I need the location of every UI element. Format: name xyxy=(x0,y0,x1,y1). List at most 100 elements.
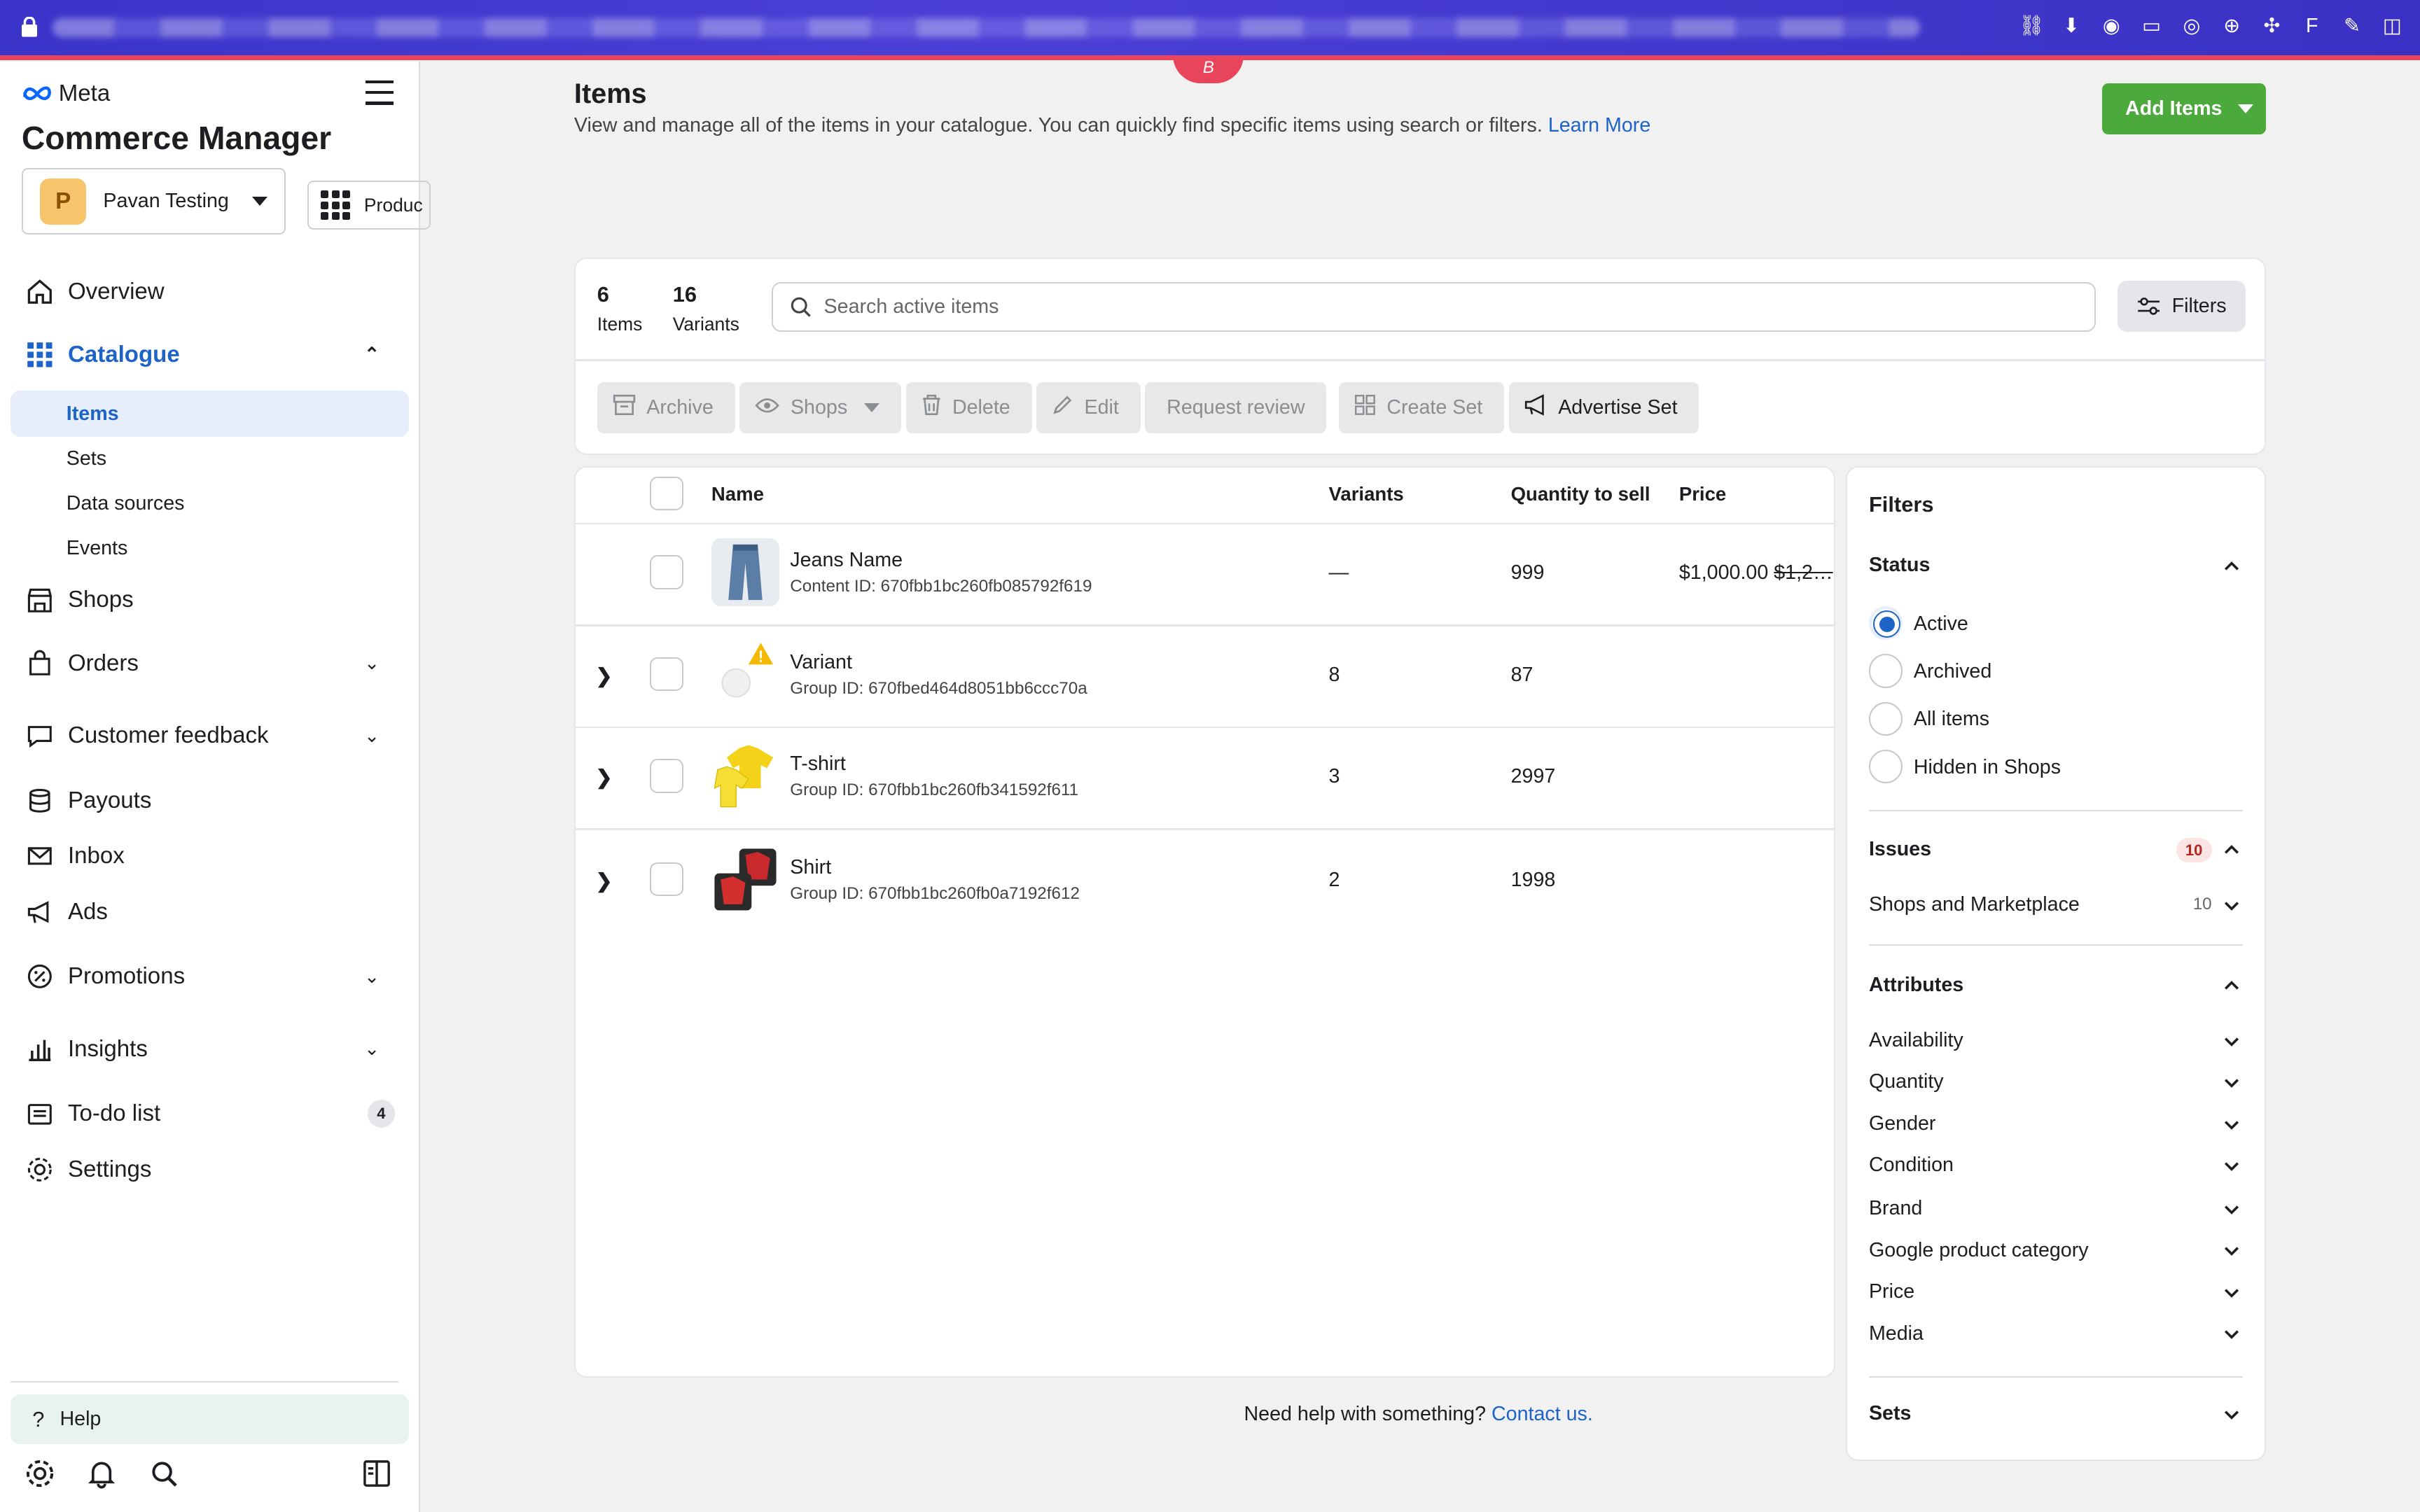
issues-section-header[interactable]: Issues xyxy=(1869,838,1931,861)
item-name[interactable]: Jeans Name xyxy=(790,549,903,572)
chevron-up-icon[interactable] xyxy=(2224,559,2239,574)
column-header-price[interactable]: Price xyxy=(1679,483,1726,505)
column-header-name[interactable]: Name xyxy=(711,483,764,505)
row-checkbox[interactable] xyxy=(649,862,684,897)
link-icon[interactable]: ⛓ xyxy=(2019,14,2044,38)
camera-icon[interactable]: ◉ xyxy=(2099,14,2124,38)
sidebar-item-ads[interactable]: Ads xyxy=(25,897,395,927)
item-quantity[interactable]: 87 xyxy=(1511,664,1534,687)
archive-button[interactable]: Archive xyxy=(597,382,735,434)
sidebar-subitem-items[interactable]: Items xyxy=(67,402,119,426)
sidebar-item-payouts[interactable]: Payouts xyxy=(25,785,395,816)
chevron-down-icon[interactable] xyxy=(2224,1407,2239,1422)
chevron-down-icon[interactable] xyxy=(2224,1202,2239,1217)
bell-icon[interactable] xyxy=(86,1458,120,1492)
item-price[interactable]: $1,000.00 $1,2… xyxy=(1679,561,1833,584)
sidebar-toggle-icon[interactable]: ◫ xyxy=(2380,14,2405,38)
settings-gear-icon[interactable] xyxy=(25,1458,58,1492)
puzzle-icon[interactable]: ✣ xyxy=(2260,14,2284,38)
select-all-checkbox[interactable] xyxy=(649,476,684,511)
request-review-button[interactable]: Request review xyxy=(1145,382,1327,434)
item-name[interactable]: T-shirt xyxy=(790,752,846,776)
learn-more-link[interactable]: Learn More xyxy=(1548,114,1650,136)
status-radio-all-items[interactable] xyxy=(1868,701,1903,736)
add-items-button[interactable]: Add Items xyxy=(2101,83,2266,134)
help-button[interactable]: ? Help xyxy=(11,1394,410,1444)
attribute-google-product-category[interactable]: Google product category xyxy=(1869,1239,2089,1262)
item-name[interactable]: Shirt xyxy=(790,856,831,879)
attribute-condition[interactable]: Condition xyxy=(1869,1154,1954,1177)
row-checkbox[interactable] xyxy=(649,759,684,793)
edit-button[interactable]: Edit xyxy=(1036,382,1141,434)
chevron-up-icon[interactable] xyxy=(2224,978,2239,993)
attribute-gender[interactable]: Gender xyxy=(1869,1112,1936,1135)
pen-icon[interactable]: ✎ xyxy=(2339,14,2364,38)
sidebar-subitem-events[interactable]: Events xyxy=(67,537,128,560)
expand-chevron-icon[interactable]: ❯ xyxy=(596,869,613,893)
sidebar-item-orders[interactable]: Orders ⌄ xyxy=(25,648,395,679)
sidebar-subitem-data-sources[interactable]: Data sources xyxy=(67,492,185,515)
product-switcher[interactable]: Produc xyxy=(307,180,431,230)
chevron-down-icon[interactable] xyxy=(2224,1326,2239,1342)
chevron-down-icon[interactable] xyxy=(2224,898,2239,913)
attribute-quantity[interactable]: Quantity xyxy=(1869,1070,1944,1093)
item-quantity[interactable]: 2997 xyxy=(1511,765,1556,788)
chevron-down-icon[interactable] xyxy=(2224,1075,2239,1091)
globe-icon[interactable]: ◎ xyxy=(2179,14,2204,38)
sets-section-header[interactable]: Sets xyxy=(1869,1402,1912,1425)
search-input[interactable]: Search active items xyxy=(771,282,2096,332)
menu-icon[interactable] xyxy=(366,80,394,105)
sidebar-item-settings[interactable]: Settings xyxy=(25,1154,395,1185)
chevron-up-icon[interactable] xyxy=(2224,842,2239,858)
address-bar[interactable] xyxy=(52,18,1920,37)
chevron-down-icon[interactable] xyxy=(2224,1117,2239,1133)
item-quantity[interactable]: 1998 xyxy=(1511,869,1556,892)
chevron-down-icon[interactable]: ⌄ xyxy=(364,966,380,988)
item-quantity[interactable]: 999 xyxy=(1511,561,1545,584)
sidebar-item-shops[interactable]: Shops xyxy=(25,584,395,615)
attribute-availability[interactable]: Availability xyxy=(1869,1029,1963,1052)
status-radio-hidden-in-shops[interactable] xyxy=(1868,749,1903,784)
issue-shops-marketplace[interactable]: Shops and Marketplace xyxy=(1869,893,2080,916)
status-radio-active[interactable] xyxy=(1868,606,1903,640)
search-icon[interactable] xyxy=(148,1458,182,1492)
chevron-down-icon[interactable] xyxy=(2224,1158,2239,1174)
sidebar-item-catalogue[interactable]: Catalogue ⌃ xyxy=(25,340,395,370)
sidebar-item-promotions[interactable]: Promotions ⌄ xyxy=(25,961,395,992)
chevron-down-icon[interactable] xyxy=(2224,1285,2239,1301)
delete-button[interactable]: Delete xyxy=(905,382,1032,434)
attribute-price[interactable]: Price xyxy=(1869,1280,1914,1303)
expand-chevron-icon[interactable]: ❯ xyxy=(596,664,613,688)
chevron-down-icon[interactable]: ⌄ xyxy=(364,652,380,674)
sidebar-item-todo[interactable]: To-do list 4 xyxy=(25,1098,396,1129)
chevron-up-icon[interactable]: ⌃ xyxy=(364,344,380,365)
item-name[interactable]: Variant xyxy=(790,651,852,674)
expand-chevron-icon[interactable]: ❯ xyxy=(596,765,613,790)
chevron-down-icon[interactable]: ⌄ xyxy=(364,1038,380,1060)
shops-visibility-button[interactable]: Shops xyxy=(739,382,902,434)
sidebar-item-overview[interactable]: Overview xyxy=(25,276,395,307)
column-header-variants[interactable]: Variants xyxy=(1329,483,1404,505)
account-switcher[interactable]: P Pavan Testing xyxy=(21,168,286,234)
column-header-quantity[interactable]: Quantity to sell xyxy=(1511,483,1650,505)
filters-button[interactable]: Filters xyxy=(2117,280,2246,332)
sidebar-item-inbox[interactable]: Inbox xyxy=(25,841,395,872)
chevron-down-icon[interactable] xyxy=(2224,1034,2239,1049)
status-radio-archived[interactable] xyxy=(1868,654,1903,688)
create-set-button[interactable]: Create Set xyxy=(1339,382,1505,434)
contact-us-link[interactable]: Contact us. xyxy=(1491,1403,1593,1425)
row-checkbox[interactable] xyxy=(649,657,684,692)
panel-toggle-icon[interactable] xyxy=(361,1458,395,1492)
sidebar-subitem-sets[interactable]: Sets xyxy=(67,447,106,470)
row-checkbox[interactable] xyxy=(649,555,684,589)
sidebar-item-insights[interactable]: Insights ⌄ xyxy=(25,1034,395,1065)
attribute-media[interactable]: Media xyxy=(1869,1322,1924,1345)
attribute-brand[interactable]: Brand xyxy=(1869,1197,1922,1220)
advertise-set-button[interactable]: Advertise Set xyxy=(1508,382,1699,434)
download-icon[interactable]: ⬇ xyxy=(2059,14,2083,38)
extension-notch[interactable]: B xyxy=(1173,55,1244,84)
chevron-down-icon[interactable]: ⌄ xyxy=(364,725,380,747)
terminal-icon[interactable]: ▭ xyxy=(2139,14,2164,38)
extension-fi-icon[interactable]: F xyxy=(2300,14,2324,38)
meta-logo[interactable]: Meta xyxy=(22,80,110,107)
